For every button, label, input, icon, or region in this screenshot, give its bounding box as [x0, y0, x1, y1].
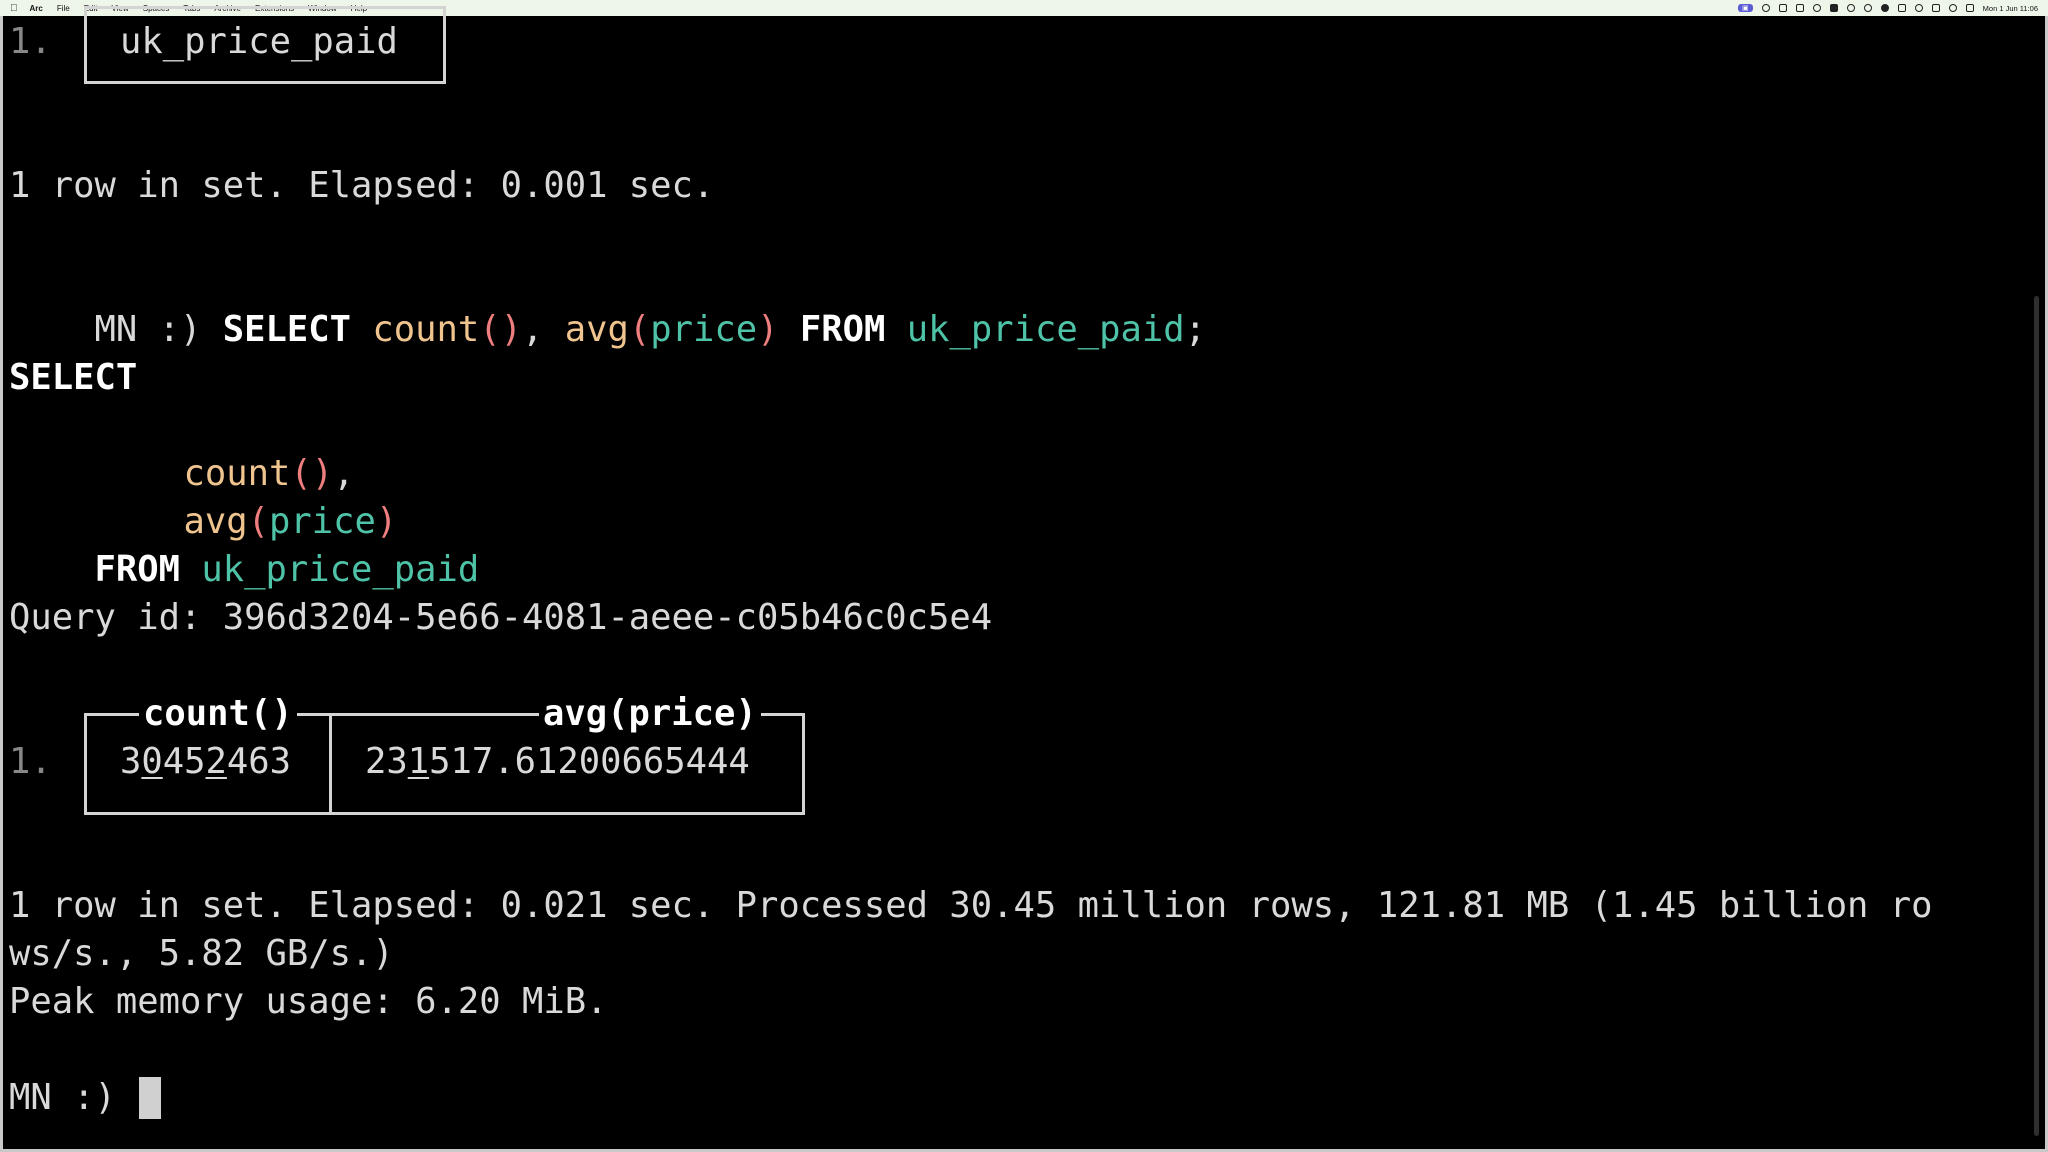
control-center-icon[interactable]: [1965, 4, 1974, 12]
search-icon[interactable]: [1948, 4, 1957, 12]
sql-function-avg: avg: [564, 309, 629, 350]
column-header-avg: avg(price): [539, 690, 761, 738]
sql-function-count: count: [372, 309, 480, 350]
result-summary-1: 1 row in set. Elapsed: 0.001 sec.: [9, 165, 715, 206]
sql-keyword-from: FROM: [799, 309, 886, 350]
sql-table-name: uk_price_paid: [906, 309, 1185, 350]
query-id: Query id: 396d3204-5e66-4081-aeee-c05b46…: [9, 597, 993, 638]
sql-parens: (): [479, 309, 522, 350]
peak-memory: Peak memory usage: 6.20 MiB.: [9, 981, 608, 1022]
sql-column-price: price: [650, 309, 758, 350]
row-number: 1.: [9, 741, 52, 782]
play-icon[interactable]: [1880, 4, 1889, 12]
bluetooth-icon[interactable]: [1897, 4, 1906, 12]
sql-paren-open: (: [628, 309, 651, 350]
table-cell-count: 30452463: [120, 741, 291, 782]
text-cursor[interactable]: [139, 1077, 161, 1119]
column-header-count: count(): [139, 690, 297, 738]
terminal-window[interactable]: 1. uk_price_paid 1 row in set. Elapsed: …: [0, 6, 2048, 1152]
scrollbar[interactable]: [2034, 296, 2039, 1136]
window-icon[interactable]: [1778, 4, 1787, 12]
focus-icon[interactable]: [1812, 4, 1821, 12]
sql-paren-close: ): [757, 309, 779, 350]
row-number: 1.: [9, 21, 52, 62]
screen-share-icon[interactable]: ▣: [1738, 4, 1753, 12]
result-summary-2: 1 row in set. Elapsed: 0.021 sec. Proces…: [9, 885, 1933, 926]
table-cell-avg: 231517.61200665444: [365, 741, 750, 782]
headphones-icon[interactable]: [1846, 4, 1855, 12]
status-tray: ▣ Mon 1 Jun 11:06: [1738, 4, 2038, 13]
wifi-icon[interactable]: [1914, 4, 1923, 12]
sync-icon[interactable]: [1761, 4, 1770, 12]
final-prompt: MN :): [9, 1077, 116, 1118]
app-icon[interactable]: [1829, 4, 1838, 12]
sql-semicolon: ;: [1184, 309, 1206, 350]
battery-icon[interactable]: [1931, 4, 1940, 12]
apple-icon[interactable]: : [10, 3, 18, 14]
menu-arc[interactable]: Arc: [30, 4, 43, 13]
query-line: MN :) SELECT count(), avg(price) FROM uk…: [9, 258, 1206, 402]
result-summary-2-wrap: ws/s., 5.82 GB/s.): [9, 933, 394, 974]
prompt: MN :): [94, 309, 202, 350]
record-icon[interactable]: [1863, 4, 1872, 12]
sql-keyword-select: SELECT: [222, 309, 351, 350]
sql-comma: ,: [522, 309, 544, 350]
formatted-select: SELECT: [9, 357, 138, 398]
table-divider: [329, 713, 332, 815]
menu-file[interactable]: File: [57, 4, 70, 13]
clipboard-icon[interactable]: [1795, 4, 1804, 12]
clock[interactable]: Mon 1 Jun 11:06: [1983, 4, 2038, 13]
table-cell: uk_price_paid: [120, 21, 398, 62]
